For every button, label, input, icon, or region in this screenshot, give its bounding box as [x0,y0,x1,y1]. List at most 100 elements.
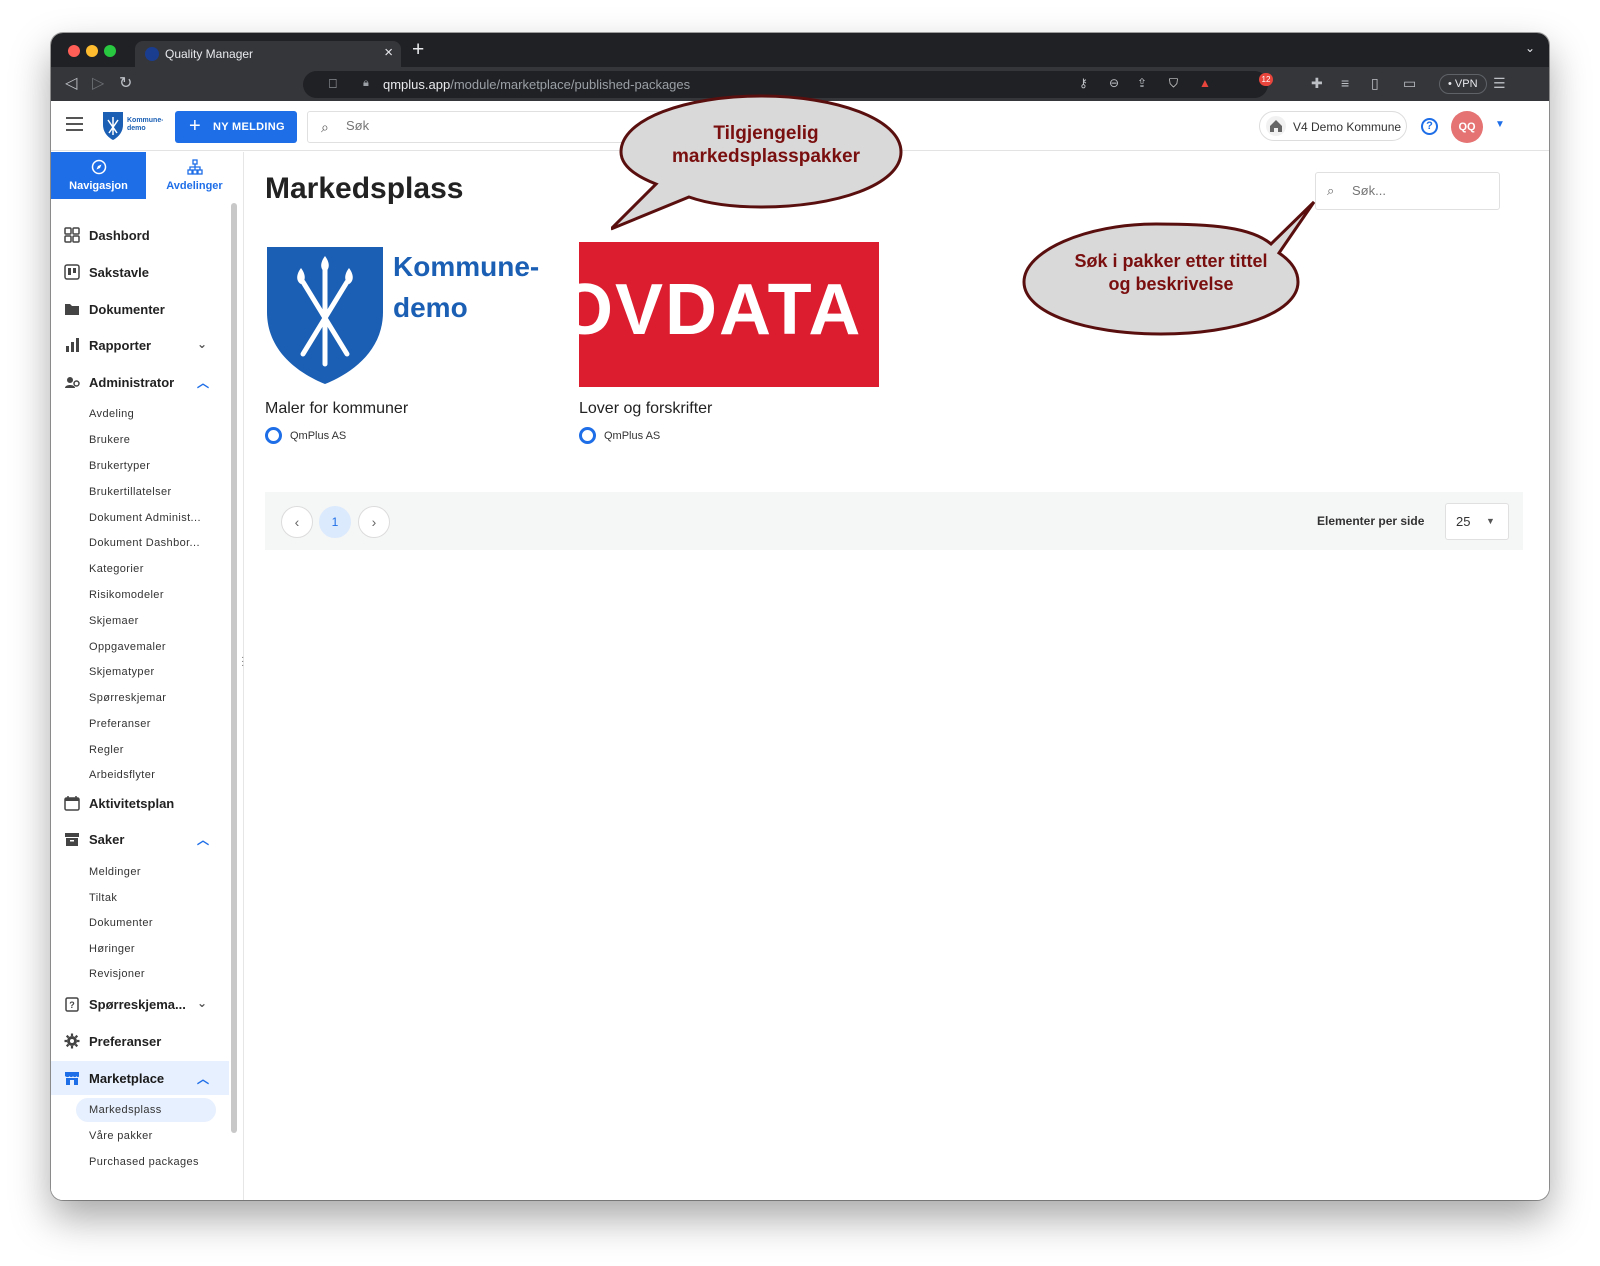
user-avatar[interactable]: QQ [1451,111,1483,143]
sidebar-subitem-arbeidsflyter[interactable]: Arbeidsflyter [89,769,209,781]
sidebar-item-dashboard[interactable]: Dashbord [51,218,229,252]
key-icon[interactable]: ⚷ [1079,76,1088,90]
sidebar-item-saker[interactable]: Saker ︿ [51,822,229,856]
wallet-icon[interactable]: ▭ [1403,75,1416,92]
sidebar-subitem-brukere[interactable]: Brukere [89,434,209,446]
tab-title: Quality Manager [165,47,254,61]
package-card[interactable]: OVDATA Lover og forskrifter QmPlus AS [579,242,879,462]
sidebar-scrollbar[interactable] [231,203,237,1133]
sidebar-subitem-skjematyper[interactable]: Skjematyper [89,666,209,678]
sidebar-subitem-kategorier[interactable]: Kategorier [89,563,209,575]
close-window-button[interactable] [68,45,80,57]
global-search-input[interactable] [346,118,646,133]
tab-departments[interactable]: Avdelinger [147,152,242,199]
package-search-input[interactable] [1352,183,1492,198]
sidebar-subitem-revisjoner[interactable]: Revisjoner [89,968,209,980]
browser-menu-icon[interactable]: ☰ [1493,75,1506,92]
sidebar-subitem-regler[interactable]: Regler [89,744,209,756]
items-per-page-label: Elementer per side [1317,514,1425,528]
new-tab-button[interactable]: + [412,38,424,62]
compass-icon [91,159,107,175]
sidebar-subitem-purchased-packages[interactable]: Purchased packages [89,1156,209,1168]
chevron-up-icon[interactable]: ︿ [197,831,209,848]
callout-search-line2: og beskrivelse [1108,274,1234,294]
brave-shield-icon[interactable]: ⛉ [1169,76,1178,91]
maximize-window-button[interactable] [104,45,116,57]
reload-icon[interactable]: ↻ [119,73,132,93]
forward-icon[interactable]: ▷ [92,73,104,93]
sidebar: Navigasjon Avdelinger Dashbord Sakstavle… [51,152,244,1200]
gear-icon [64,1033,80,1049]
previous-page-button[interactable]: ‹ [281,506,313,538]
package-name[interactable]: Maler for kommuner [265,400,408,418]
extensions-icon[interactable]: ✚ [1311,75,1323,92]
kommune-logo[interactable]: Kommune- demo [101,111,164,141]
sidebar-item-preferanser[interactable]: Preferanser [51,1024,229,1058]
sidebar-subitem-markedsplass[interactable]: Markedsplass [76,1098,216,1122]
calendar-icon [64,796,80,811]
sidebar-subitem-dokument-dashbord[interactable]: Dokument Dashbor... [89,537,209,549]
sidebar-item-sakstavle[interactable]: Sakstavle [51,255,229,289]
package-image-kommune-demo[interactable]: Kommune- demo [265,242,565,387]
sidebar-subitem-skjemaer[interactable]: Skjemaer [89,615,209,627]
package-search[interactable]: ⌕ [1315,172,1500,210]
sidebar-toggle-icon[interactable]: ▯ [1371,75,1379,92]
bar-chart-icon [66,338,79,352]
tab-navigation[interactable]: Navigasjon [51,152,146,199]
sidebar-subitem-meldinger[interactable]: Meldinger [89,866,209,878]
chevron-down-icon[interactable]: ⌄ [197,337,207,351]
back-icon[interactable]: ◁ [65,73,77,93]
page-button[interactable]: 1 [319,506,351,538]
sidebar-item-marketplace[interactable]: Marketplace ︿ [51,1061,229,1095]
sidebar-subitem-brukertillatelser[interactable]: Brukertillatelser [89,486,209,498]
sidebar-subitem-horinger[interactable]: Høringer [89,943,209,955]
organization-selector[interactable]: V4 Demo Kommune [1259,111,1407,141]
tab-list-chevron-icon[interactable]: ⌄ [1525,41,1535,55]
sidebar-subitem-oppgavemaler[interactable]: Oppgavemaler [89,641,209,653]
chevron-up-icon[interactable]: ︿ [197,1070,209,1087]
tab-close-icon[interactable]: × [384,44,393,61]
sidebar-subitem-vare-pakker[interactable]: Våre pakker [89,1130,209,1142]
sidebar-subitem-dokument-administrasjon[interactable]: Dokument Administ... [89,512,209,524]
next-page-button[interactable]: › [358,506,390,538]
qmplus-logo-icon [579,427,596,444]
qmplus-favicon-icon [145,47,159,61]
notification-badge: 12 [1259,73,1273,86]
sidebar-subitem-brukertyper[interactable]: Brukertyper [89,460,209,472]
minimize-window-button[interactable] [86,45,98,57]
sidebar-item-sporreskjema[interactable]: ? Spørreskjema... ⌄ [51,987,229,1021]
callout-search: Søk i pakker etter tittel og beskrivelse [1021,199,1321,339]
admin-gear-icon [65,377,80,388]
bookmark-icon[interactable]: ⎕ [329,76,337,92]
sidebar-subitem-tiltak[interactable]: Tiltak [89,892,209,904]
package-card[interactable]: Kommune- demo Maler for kommuner QmPlus … [265,242,565,462]
help-icon[interactable]: ? [1421,118,1438,135]
kanban-board-icon [64,264,80,280]
archive-icon [65,833,79,846]
organization-name: V4 Demo Kommune [1293,120,1402,134]
sidebar-subitem-risikomodeler[interactable]: Risikomodeler [89,589,209,601]
sidebar-subitem-avdeling[interactable]: Avdeling [89,408,209,420]
zoom-icon[interactable]: ⊖ [1109,76,1119,90]
sidebar-subitem-sporreskjemar[interactable]: Spørreskjemar [89,692,209,704]
vpn-button[interactable]: • VPN [1439,74,1487,94]
playlist-icon[interactable]: ≡ [1341,75,1349,91]
sidebar-item-reports[interactable]: Rapporter ⌄ [51,328,229,362]
items-per-page-select[interactable]: 25 ▼ [1445,503,1509,540]
new-report-label: NY MELDING [213,121,285,133]
sidebar-subitem-dokumenter[interactable]: Dokumenter [89,917,209,929]
user-menu-caret-icon[interactable]: ▼ [1495,119,1505,130]
new-report-button[interactable]: + NY MELDING [175,111,297,143]
package-image-lovdata[interactable]: OVDATA [579,242,879,387]
sidebar-item-aktivitetsplan[interactable]: Aktivitetsplan [51,786,229,820]
share-icon[interactable]: ⇪ [1137,76,1147,90]
hamburger-menu-icon[interactable] [66,117,83,131]
sidebar-item-administrator[interactable]: Administrator ︿ [51,365,229,399]
sidebar-item-documents[interactable]: Dokumenter [51,292,229,326]
browser-tab[interactable]: Quality Manager × [135,41,401,67]
package-name[interactable]: Lover og forskrifter [579,400,712,418]
sidebar-subitem-preferanser[interactable]: Preferanser [89,718,209,730]
chevron-up-icon[interactable]: ︿ [197,374,209,391]
brave-rewards-icon[interactable]: ▲ [1199,76,1211,90]
chevron-down-icon[interactable]: ⌄ [197,996,207,1010]
